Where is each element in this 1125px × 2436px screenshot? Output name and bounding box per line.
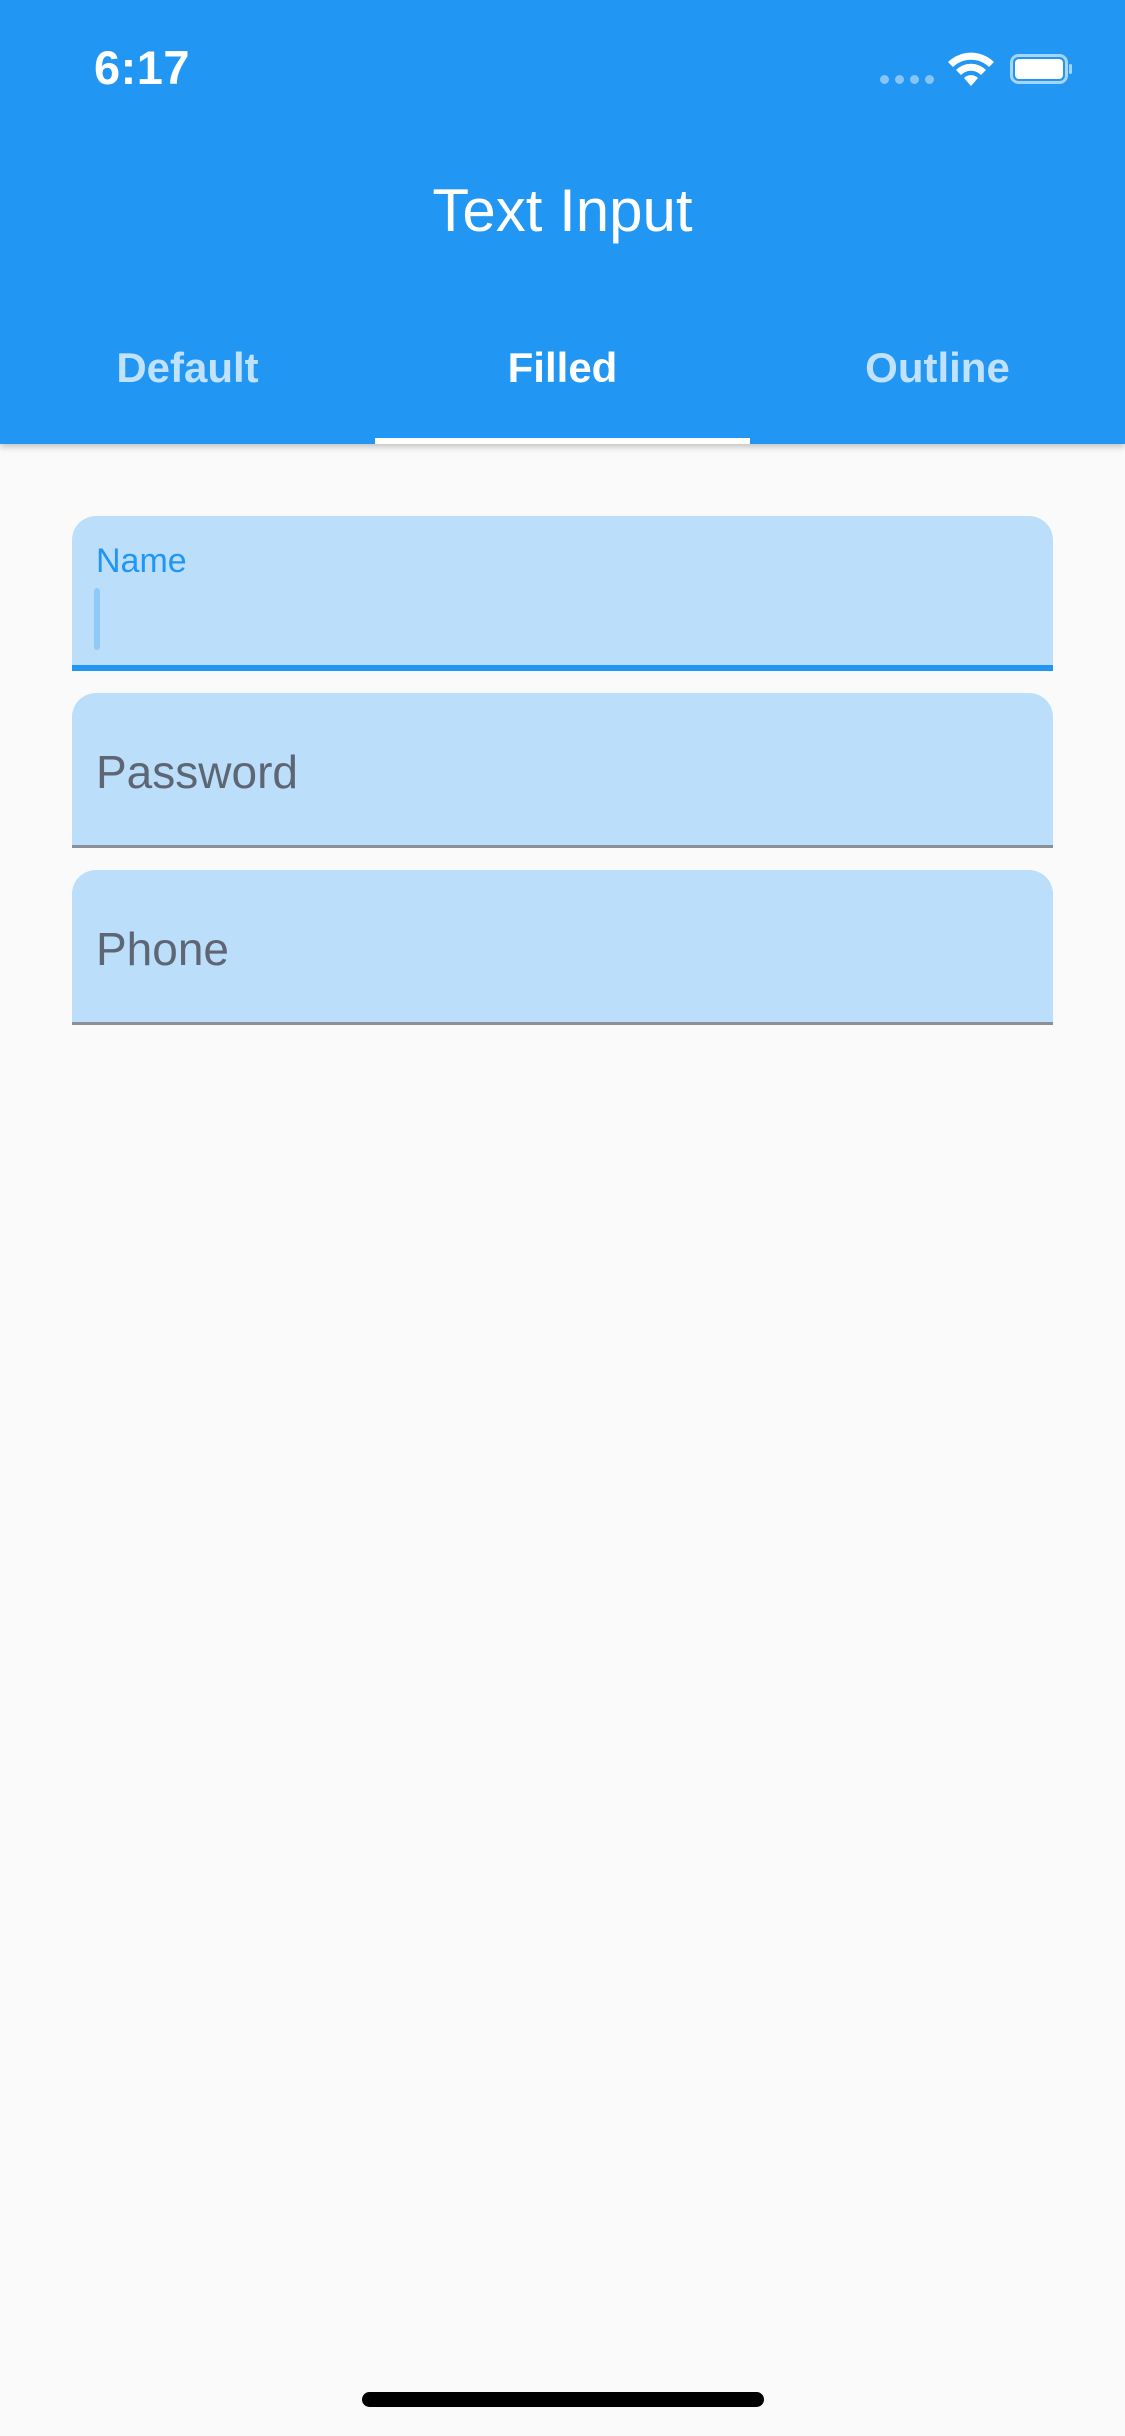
tab-default[interactable]: Default [0,330,375,444]
tab-indicator [375,438,750,444]
name-field[interactable]: Name [72,516,1053,671]
name-input[interactable] [72,516,1053,665]
phone-input[interactable] [72,870,1053,1022]
tab-label: Filled [507,344,618,391]
page-title: Text Input [432,177,693,244]
tab-outline[interactable]: Outline [750,330,1125,444]
tab-filled[interactable]: Filled [375,330,750,444]
password-input[interactable] [72,693,1053,845]
phone-field[interactable]: Phone [72,870,1053,1025]
home-indicator[interactable] [362,2392,764,2407]
wifi-icon [948,52,994,86]
password-field[interactable]: Password [72,693,1053,848]
input-form: Name Password Phone [72,516,1053,1047]
tab-bar: Default Filled Outline [0,330,1125,444]
tab-label: Outline [865,344,1010,391]
tab-label: Default [116,344,259,391]
app-bar: 6:17 Text Input Default Filled Outline [0,0,1125,444]
signal-icon [880,75,934,84]
status-time: 6:17 [94,41,191,94]
battery-icon [1010,54,1072,84]
